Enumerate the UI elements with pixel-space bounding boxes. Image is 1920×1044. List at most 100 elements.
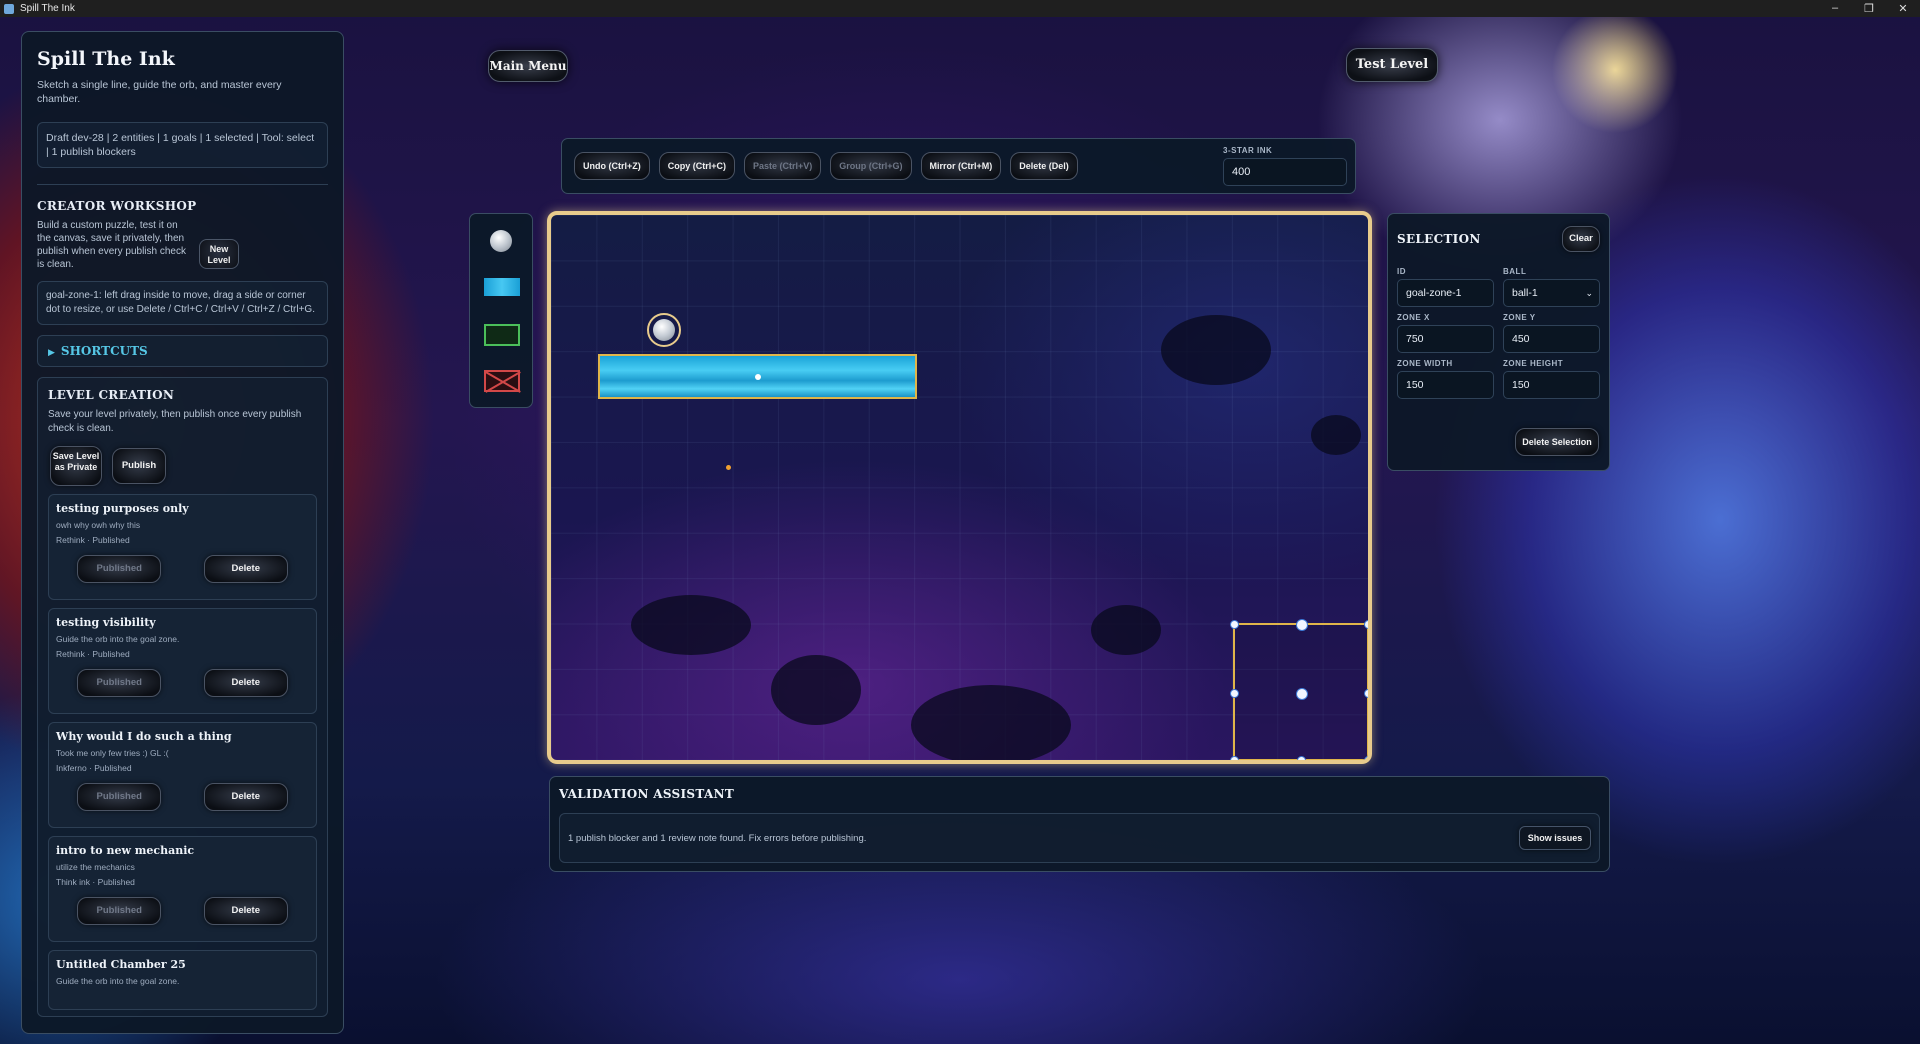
zone-y-input[interactable]: 450 xyxy=(1503,325,1600,353)
resize-handle-se[interactable] xyxy=(1364,756,1368,760)
test-level-button[interactable]: Test Level xyxy=(1346,48,1438,82)
ball-tool-icon[interactable] xyxy=(490,230,512,252)
zone-height-input[interactable]: 150 xyxy=(1503,371,1600,399)
published-button: Published xyxy=(77,669,162,697)
undo-button[interactable]: Undo (Ctrl+Z) xyxy=(574,152,650,180)
move-handle[interactable] xyxy=(1296,688,1308,700)
show-issues-button[interactable]: Show issues xyxy=(1519,826,1591,850)
selection-fields: ID goal-zone-1 BALL ball-1 ⌄ ZONE X 750 … xyxy=(1397,261,1600,399)
window-title: Spill The Ink xyxy=(20,3,75,14)
new-level-button[interactable]: New Level xyxy=(199,239,239,269)
selection-title: SELECTION xyxy=(1397,232,1481,246)
zone-width-input[interactable]: 150 xyxy=(1397,371,1494,399)
zone-x-input[interactable]: 750 xyxy=(1397,325,1494,353)
id-field: ID goal-zone-1 xyxy=(1397,261,1494,307)
level-card[interactable]: Untitled Chamber 25 Guide the orb into t… xyxy=(48,950,317,1010)
resize-handle-ne[interactable] xyxy=(1364,620,1368,629)
save-private-button[interactable]: Save Level as Private xyxy=(50,446,102,486)
entity-palette xyxy=(469,213,533,408)
level-card[interactable]: Why would I do such a thing Took me only… xyxy=(48,722,317,828)
delete-level-button[interactable]: Delete xyxy=(203,897,288,925)
level-title: testing purposes only xyxy=(56,502,189,515)
hazard-tool-icon[interactable] xyxy=(484,370,520,392)
paste-button[interactable]: Paste (Ctrl+V) xyxy=(744,152,822,180)
publish-button[interactable]: Publish xyxy=(112,448,166,484)
goal-zone-entity[interactable] xyxy=(1230,619,1368,760)
level-card-actions: Published Delete xyxy=(56,555,309,583)
id-label: ID xyxy=(1397,267,1406,276)
left-sidebar: Spill The Ink Sketch a single line, guid… xyxy=(21,31,344,1034)
mirror-button[interactable]: Mirror (Ctrl+M) xyxy=(920,152,1002,180)
level-card[interactable]: testing purposes only owh why owh why th… xyxy=(48,494,317,600)
level-actions: Save Level as Private Publish xyxy=(50,446,315,486)
shortcuts-toggle[interactable]: ▶ SHORTCUTS xyxy=(37,335,328,367)
level-meta: Think ink · Published xyxy=(56,877,135,887)
ink-input[interactable]: 400 xyxy=(1223,158,1347,186)
spark xyxy=(726,465,731,470)
resize-handle-n[interactable] xyxy=(1296,619,1308,631)
delete-level-button[interactable]: Delete xyxy=(203,555,288,583)
orb-icon xyxy=(653,319,675,341)
close-icon[interactable]: ✕ xyxy=(1886,2,1920,15)
window-titlebar: Spill The Ink – ❐ ✕ xyxy=(0,0,1920,17)
level-card[interactable]: intro to new mechanic utilize the mechan… xyxy=(48,836,317,942)
zone-x-label: ZONE X xyxy=(1397,313,1430,322)
level-meta: Inkferno · Published xyxy=(56,763,132,773)
copy-button[interactable]: Copy (Ctrl+C) xyxy=(658,152,735,180)
level-title: Why would I do such a thing xyxy=(56,730,232,743)
workshop-row: Build a custom puzzle, test it on the ca… xyxy=(37,219,328,271)
resize-handle-nw[interactable] xyxy=(1230,620,1239,629)
draft-status: Draft dev-28 | 2 entities | 1 goals | 1 … xyxy=(37,122,328,168)
window-controls: – ❐ ✕ xyxy=(1818,2,1920,15)
minimize-icon[interactable]: – xyxy=(1818,2,1852,15)
ball-label: BALL xyxy=(1503,267,1527,276)
delete-level-button[interactable]: Delete xyxy=(203,783,288,811)
delete-level-button[interactable]: Delete xyxy=(203,669,288,697)
id-input[interactable]: goal-zone-1 xyxy=(1397,279,1494,307)
water-tool-icon[interactable] xyxy=(484,278,520,296)
clear-selection-button[interactable]: Clear xyxy=(1562,226,1600,252)
chevron-down-icon: ⌄ xyxy=(1585,288,1593,298)
level-canvas[interactable] xyxy=(547,211,1372,764)
ball-select[interactable]: ball-1 ⌄ xyxy=(1503,279,1600,307)
editor-toolbar: Undo (Ctrl+Z) Copy (Ctrl+C) Paste (Ctrl+… xyxy=(561,138,1356,194)
three-star-ink-field: 3-STAR INK 400 xyxy=(1223,146,1347,186)
zone-height-field: ZONE HEIGHT 150 xyxy=(1503,353,1600,399)
level-description: Guide the orb into the goal zone. xyxy=(56,634,180,644)
ink-splatter xyxy=(1311,415,1361,455)
ball-entity[interactable] xyxy=(647,313,681,347)
level-description: owh why owh why this xyxy=(56,520,141,530)
ink-splatter xyxy=(1161,315,1271,385)
selection-panel: SELECTION Clear ID goal-zone-1 BALL ball… xyxy=(1387,213,1610,471)
published-button: Published xyxy=(77,897,162,925)
main-menu-button[interactable]: Main Menu xyxy=(488,50,568,82)
ink-splatter xyxy=(631,595,751,655)
delete-button[interactable]: Delete (Del) xyxy=(1010,152,1078,180)
zone-width-label: ZONE WIDTH xyxy=(1397,359,1453,368)
resize-handle-w[interactable] xyxy=(1230,689,1239,698)
goal-zone-tool-icon[interactable] xyxy=(484,324,520,346)
validation-message: 1 publish blocker and 1 review note foun… xyxy=(568,832,867,844)
ink-splatter xyxy=(771,655,861,725)
ball-field: BALL ball-1 ⌄ xyxy=(1503,261,1600,307)
level-card-actions: Published Delete xyxy=(56,897,309,925)
shortcuts-label: SHORTCUTS xyxy=(60,344,148,358)
resize-handle-e[interactable] xyxy=(1364,689,1368,698)
delete-selection-button[interactable]: Delete Selection xyxy=(1515,428,1599,456)
level-creation-description: Save your level privately, then publish … xyxy=(48,409,302,434)
group-button[interactable]: Group (Ctrl+G) xyxy=(830,152,912,180)
resize-handle-sw[interactable] xyxy=(1230,756,1239,760)
published-button: Published xyxy=(77,555,162,583)
ink-splatter xyxy=(1091,605,1161,655)
app-title: Spill The Ink xyxy=(37,48,175,70)
selection-header: SELECTION Clear xyxy=(1397,226,1600,252)
ball-select-value: ball-1 xyxy=(1512,287,1538,299)
level-card[interactable]: testing visibility Guide the orb into th… xyxy=(48,608,317,714)
resize-handle-s[interactable] xyxy=(1297,756,1306,760)
level-card-actions: Published Delete xyxy=(56,783,309,811)
level-description: Took me only few tries :) GL :( xyxy=(56,748,169,758)
restore-icon[interactable]: ❐ xyxy=(1852,2,1886,15)
water-entity[interactable] xyxy=(598,354,917,399)
level-title: testing visibility xyxy=(56,616,156,629)
app-tagline: Sketch a single line, guide the orb, and… xyxy=(37,79,282,105)
